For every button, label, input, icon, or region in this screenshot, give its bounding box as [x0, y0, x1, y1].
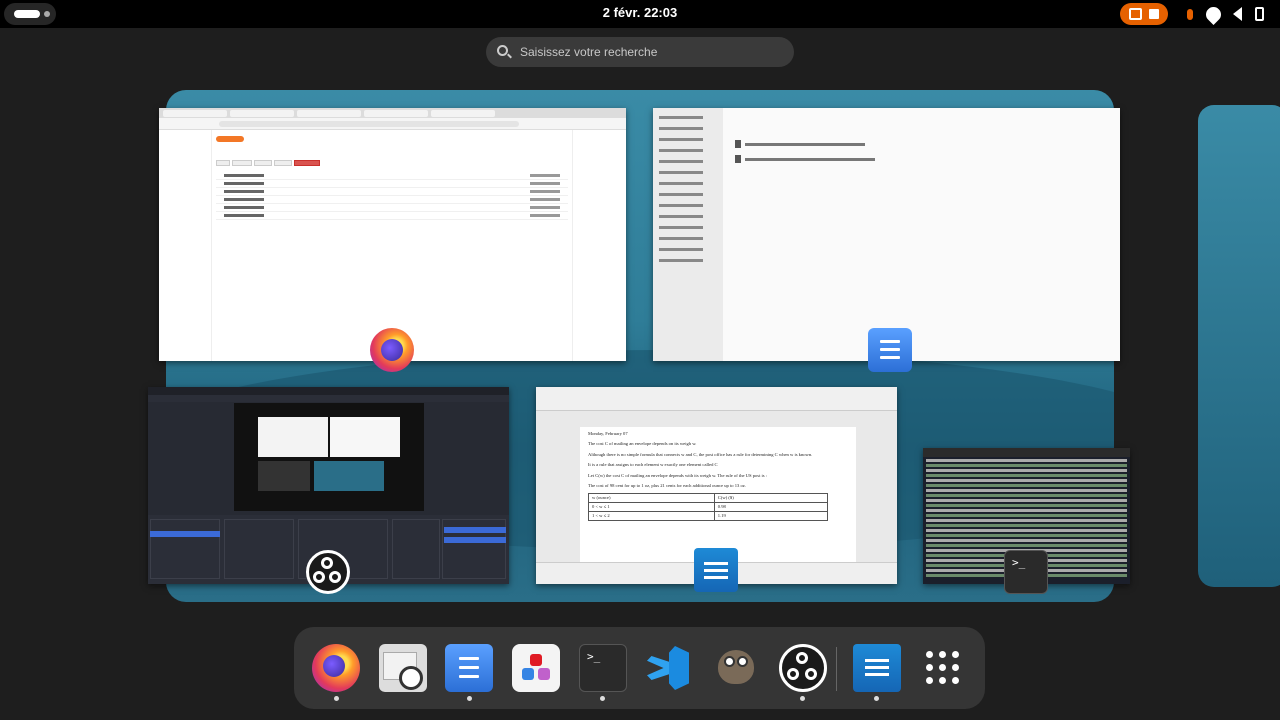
- running-indicator: [800, 696, 805, 701]
- files-icon: [868, 328, 912, 372]
- doc-paragraph: The cost of 98 cent for up to 1 oz, plus…: [588, 483, 746, 489]
- top-bar: 2 févr. 22:03: [0, 0, 1280, 28]
- jupyter-logo: [216, 136, 244, 142]
- screen-recording-indicator[interactable]: [1120, 3, 1168, 25]
- doc-paragraph: It is a rule that assigns to each elemen…: [588, 462, 718, 468]
- doc-paragraph: Let C(w) the cost C of mailing an envelo…: [588, 472, 767, 478]
- running-indicator: [467, 696, 472, 701]
- microphone-icon[interactable]: [1182, 4, 1198, 24]
- stop-icon: [1149, 9, 1159, 19]
- search-icon: [497, 45, 508, 56]
- writer-icon: [694, 548, 738, 592]
- software-store-icon[interactable]: [512, 644, 560, 692]
- firefox-icon[interactable]: [312, 644, 360, 692]
- screencast-icon: [1129, 8, 1142, 20]
- gimp-icon[interactable]: [712, 644, 760, 692]
- dash: >_: [294, 627, 985, 709]
- workspace-next[interactable]: [1198, 105, 1280, 587]
- obs-icon: [306, 550, 350, 594]
- search-input[interactable]: [520, 42, 780, 62]
- terminal-icon[interactable]: >_: [579, 644, 627, 692]
- running-indicator: [874, 696, 879, 701]
- mail-clock-icon[interactable]: [379, 644, 427, 692]
- wifi-icon[interactable]: [1204, 4, 1222, 24]
- obs-preview: [234, 403, 424, 511]
- running-indicator: [600, 696, 605, 701]
- vscode-icon[interactable]: [645, 644, 693, 692]
- doc-date: Monday, February 07: [588, 431, 628, 436]
- window-files[interactable]: [653, 108, 1120, 361]
- firefox-icon: [370, 328, 414, 372]
- terminal-icon: >_: [1004, 550, 1048, 594]
- running-indicator: [334, 696, 339, 701]
- doc-table: w (ounce) C(w) ($) 0 < w ≤ 1 0.98 1 < w ≤ …: [588, 493, 829, 522]
- obs-icon[interactable]: [779, 644, 827, 692]
- app-grid-icon[interactable]: [919, 644, 967, 692]
- search-bar[interactable]: [486, 37, 794, 67]
- volume-icon[interactable]: [1228, 4, 1246, 24]
- files-icon[interactable]: [445, 644, 493, 692]
- window-firefox-jupyter[interactable]: [159, 108, 626, 361]
- clock[interactable]: 2 févr. 22:03: [0, 5, 1280, 20]
- writer-document[interactable]: Monday, February 07 The cost C of mailin…: [580, 427, 856, 567]
- dash-separator: [836, 647, 837, 691]
- doc-paragraph: The cost C of mailing an envelope depend…: [588, 441, 697, 447]
- doc-paragraph: Although there is no simple formula that…: [588, 451, 813, 457]
- writer-icon[interactable]: [853, 644, 901, 692]
- battery-icon[interactable]: [1252, 4, 1266, 24]
